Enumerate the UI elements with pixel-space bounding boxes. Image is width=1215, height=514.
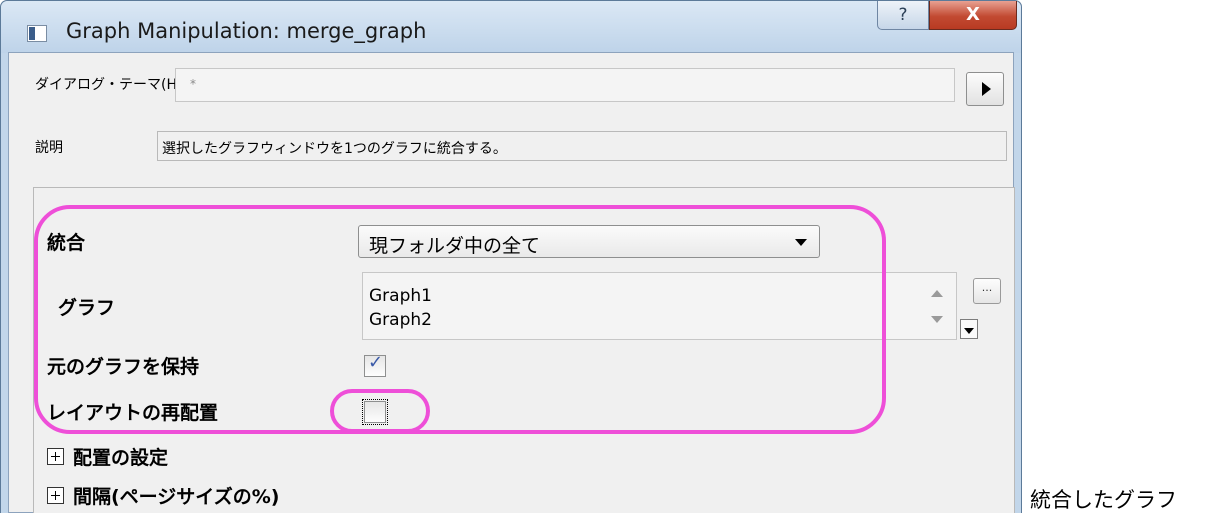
window-title: Graph Manipulation: merge_graph xyxy=(66,19,427,43)
theme-label: ダイアログ・テーマ(H) xyxy=(35,77,183,93)
scroll-up-icon[interactable] xyxy=(931,290,943,297)
caption-text: 統合したグラフ xyxy=(1030,488,1177,512)
description-field: 選択したグラフウィンドウを1つのグラフに統合する。 xyxy=(157,131,1007,161)
browse-button[interactable]: ... xyxy=(973,278,1001,304)
expand-plus-icon[interactable] xyxy=(47,448,64,465)
description-text: 選択したグラフウィンドウを1つのグラフに統合する。 xyxy=(162,141,507,157)
expand-plus-icon[interactable] xyxy=(47,487,64,504)
spacing-settings-label[interactable]: 間隔(ページサイズの%) xyxy=(73,482,279,509)
theme-value: * xyxy=(190,77,196,91)
description-label: 説明 xyxy=(35,140,63,156)
theme-menu-button[interactable] xyxy=(966,72,1004,106)
arrange-settings-label[interactable]: 配置の設定 xyxy=(73,443,168,470)
graph-list-dropdown[interactable] xyxy=(960,319,978,339)
highlight-oval xyxy=(330,389,430,433)
close-button[interactable]: X xyxy=(929,1,1017,30)
scroll-down-icon[interactable] xyxy=(931,316,943,323)
theme-input[interactable]: * xyxy=(175,68,955,102)
help-button[interactable]: ? xyxy=(877,1,929,30)
highlight-box xyxy=(34,205,886,434)
app-icon xyxy=(27,25,47,42)
title-bar[interactable]: Graph Manipulation: merge_graph ? X xyxy=(1,1,1021,53)
